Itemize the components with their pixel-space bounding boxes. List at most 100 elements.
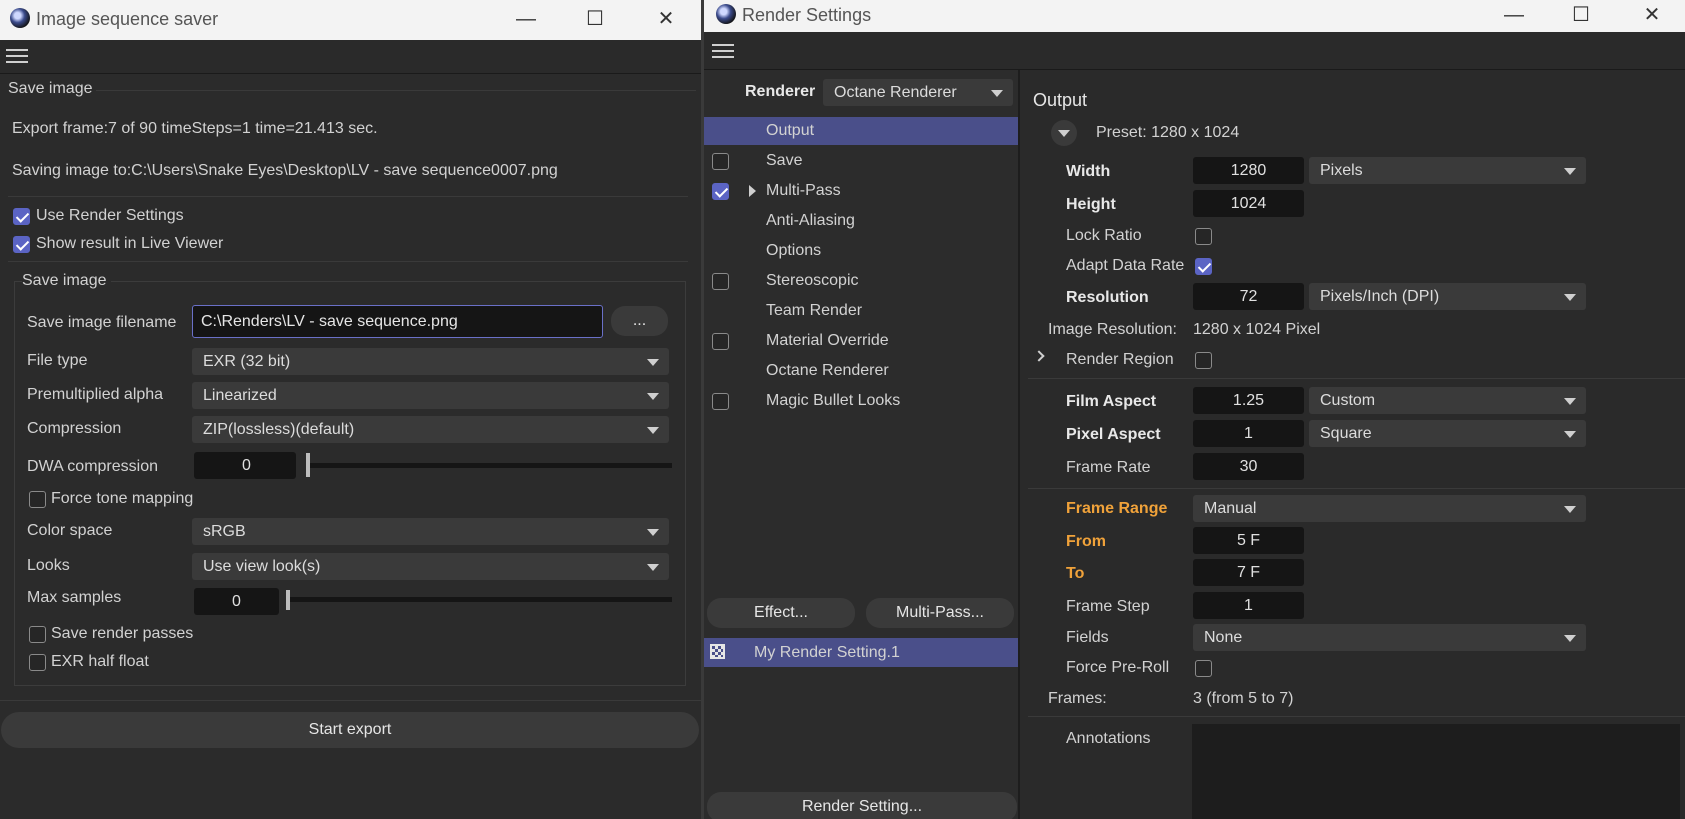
resolution-unit-dropdown[interactable]: Pixels/Inch (DPI) <box>1309 283 1586 310</box>
from-input[interactable]: 5 F <box>1193 527 1304 554</box>
effect-button[interactable]: Effect... <box>707 598 855 628</box>
height-input[interactable]: 1024 <box>1193 190 1304 217</box>
show-result-label: Show result in Live Viewer <box>36 235 224 252</box>
annotations-label: Annotations <box>1066 730 1151 747</box>
export-status: Export frame:7 of 90 timeSteps=1 time=21… <box>12 120 378 137</box>
render-settings-window: Render Settings — ☐ ✕ Renderer Octane Re… <box>704 0 1685 819</box>
to-input[interactable]: 7 F <box>1193 559 1304 586</box>
file-type-dropdown[interactable]: EXR (32 bit) <box>192 348 669 375</box>
nav-save-checkbox[interactable] <box>712 153 729 170</box>
film-aspect-input[interactable]: 1.25 <box>1193 387 1304 414</box>
start-export-button[interactable]: Start export <box>1 712 699 748</box>
max-samples-slider-handle[interactable] <box>286 590 290 610</box>
exr-half-float-checkbox[interactable] <box>29 654 46 671</box>
frame-rate-input[interactable]: 30 <box>1193 453 1304 480</box>
annotations-textarea[interactable] <box>1192 724 1680 819</box>
premultiplied-alpha-dropdown[interactable]: Linearized <box>192 382 669 409</box>
dwa-compression-input[interactable]: 0 <box>194 452 296 479</box>
filename-input[interactable]: C:\Renders\LV - save sequence.png <box>192 305 603 338</box>
pixel-aspect-dropdown[interactable]: Square <box>1309 420 1586 447</box>
nav-magic-bullet-checkbox[interactable] <box>712 393 729 410</box>
frames-value: 3 (from 5 to 7) <box>1193 690 1294 707</box>
color-space-dropdown[interactable]: sRGB <box>192 518 669 545</box>
preset-label: Preset: 1280 x 1024 <box>1096 124 1240 141</box>
height-label: Height <box>1066 196 1116 213</box>
resolution-input[interactable]: 72 <box>1193 283 1304 310</box>
chevron-down-icon <box>1564 294 1576 301</box>
nav-stereoscopic-checkbox[interactable] <box>712 273 729 290</box>
cinema4d-app-icon <box>716 4 736 24</box>
chevron-down-icon <box>647 529 659 536</box>
frame-range-dropdown[interactable]: Manual <box>1193 495 1586 522</box>
render-setting-button[interactable]: Render Setting... <box>707 792 1017 819</box>
max-samples-slider[interactable] <box>286 597 672 602</box>
compression-dropdown[interactable]: ZIP(lossless)(default) <box>192 416 669 443</box>
save-render-passes-checkbox[interactable] <box>29 626 46 643</box>
nav-item-material-override[interactable]: Material Override <box>766 332 889 350</box>
nav-item-output[interactable]: Output <box>766 122 814 140</box>
render-region-label: Render Region <box>1066 351 1174 368</box>
nav-item-team-render[interactable]: Team Render <box>766 302 862 320</box>
nav-item-options[interactable]: Options <box>766 242 821 260</box>
adapt-data-rate-checkbox[interactable] <box>1195 258 1212 275</box>
nav-multipass-checkbox[interactable] <box>712 183 729 200</box>
nav-item-save[interactable]: Save <box>766 152 802 170</box>
close-button[interactable]: ✕ <box>651 5 681 33</box>
dwa-compression-slider[interactable] <box>306 463 672 468</box>
show-result-checkbox[interactable] <box>13 236 30 253</box>
nav-item-magic-bullet-looks[interactable]: Magic Bullet Looks <box>766 392 900 410</box>
maximize-button[interactable]: ☐ <box>580 5 610 33</box>
width-input[interactable]: 1280 <box>1193 157 1304 184</box>
chevron-right-icon[interactable] <box>1033 350 1045 362</box>
pixel-aspect-label: Pixel Aspect <box>1066 426 1161 443</box>
save-render-passes-label: Save render passes <box>51 625 194 642</box>
render-setting-name[interactable]: My Render Setting.1 <box>754 644 900 662</box>
looks-dropdown[interactable]: Use view look(s) <box>192 553 669 580</box>
frame-step-input[interactable]: 1 <box>1193 592 1304 619</box>
dwa-slider-handle[interactable] <box>306 453 310 477</box>
renderer-label: Renderer <box>745 83 816 100</box>
multipass-button[interactable]: Multi-Pass... <box>866 598 1014 628</box>
pixel-aspect-input[interactable]: 1 <box>1193 420 1304 447</box>
browse-button[interactable]: ... <box>611 306 668 336</box>
expand-arrow-icon[interactable] <box>749 185 756 197</box>
chevron-down-icon <box>1564 431 1576 438</box>
output-heading: Output <box>1033 90 1088 110</box>
max-samples-label: Max samples <box>27 589 122 606</box>
color-space-label: Color space <box>27 522 113 539</box>
film-aspect-label: Film Aspect <box>1066 393 1157 410</box>
force-tone-mapping-checkbox[interactable] <box>29 491 46 508</box>
hamburger-menu-icon[interactable] <box>6 49 28 65</box>
render-region-checkbox[interactable] <box>1195 352 1212 369</box>
close-button[interactable]: ✕ <box>1637 1 1667 29</box>
pane-splitter[interactable] <box>1018 70 1020 819</box>
max-samples-input[interactable]: 0 <box>194 588 279 615</box>
use-render-settings-checkbox[interactable] <box>13 208 30 225</box>
lock-ratio-checkbox[interactable] <box>1195 228 1212 245</box>
minimize-button[interactable]: — <box>1499 1 1529 29</box>
hamburger-menu-icon[interactable] <box>712 44 734 60</box>
nav-item-multi-pass[interactable]: Multi-Pass <box>766 182 841 200</box>
fields-dropdown[interactable]: None <box>1193 624 1586 651</box>
nav-item-octane-renderer[interactable]: Octane Renderer <box>766 362 889 380</box>
maximize-button[interactable]: ☐ <box>1566 1 1596 29</box>
nav-item-anti-aliasing[interactable]: Anti-Aliasing <box>766 212 855 230</box>
section-title: Save image <box>8 80 93 97</box>
right-titlebar[interactable]: Render Settings — ☐ ✕ <box>704 0 1685 32</box>
minimize-button[interactable]: — <box>511 5 541 33</box>
dwa-compression-label: DWA compression <box>27 458 158 475</box>
nav-material-override-checkbox[interactable] <box>712 333 729 350</box>
adapt-data-rate-label: Adapt Data Rate <box>1066 257 1185 274</box>
nav-item-stereoscopic[interactable]: Stereoscopic <box>766 272 859 290</box>
preset-menu-button[interactable] <box>1051 120 1077 146</box>
renderer-value: Octane Renderer <box>834 84 957 101</box>
left-titlebar[interactable]: Image sequence saver — ☐ ✕ <box>0 0 701 40</box>
file-type-label: File type <box>27 352 88 369</box>
window-title: Render Settings <box>742 5 872 25</box>
force-preroll-checkbox[interactable] <box>1195 660 1212 677</box>
chevron-down-icon <box>1564 506 1576 513</box>
film-aspect-dropdown[interactable]: Custom <box>1309 387 1586 414</box>
compression-label: Compression <box>27 420 122 437</box>
width-unit-dropdown[interactable]: Pixels <box>1309 157 1586 184</box>
renderer-dropdown[interactable]: Octane Renderer <box>823 79 1013 106</box>
